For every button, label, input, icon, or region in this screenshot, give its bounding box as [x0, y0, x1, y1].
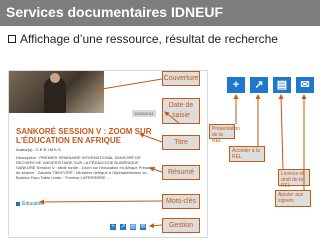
arrow-date	[164, 111, 181, 125]
connector-arrows	[39, 78, 307, 229]
arrow-resume	[149, 166, 163, 173]
arrow-mots-cles	[39, 199, 163, 205]
arrow-titre	[139, 133, 163, 143]
arrow-licence	[278, 94, 284, 170]
arrow-gestion	[149, 223, 163, 229]
arrow-couverture	[95, 78, 163, 92]
